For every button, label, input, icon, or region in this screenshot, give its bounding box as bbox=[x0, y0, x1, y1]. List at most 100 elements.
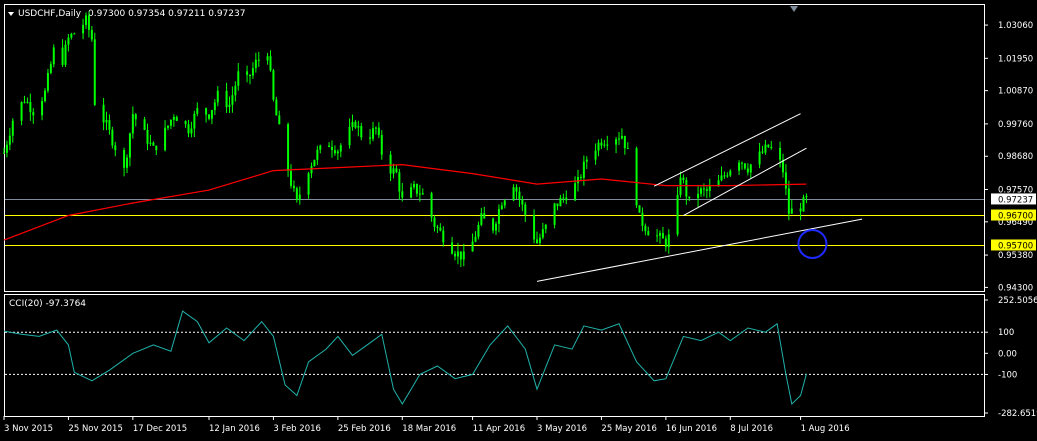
candle bbox=[799, 202, 802, 221]
candle-body bbox=[134, 114, 137, 120]
candle-body bbox=[257, 59, 260, 61]
time-tick-label: 3 Nov 2015 bbox=[4, 424, 53, 434]
candle bbox=[26, 97, 29, 104]
candle-body bbox=[644, 225, 647, 232]
candle bbox=[521, 195, 524, 212]
candle bbox=[492, 217, 495, 234]
candle-body bbox=[380, 135, 383, 155]
candle-body bbox=[82, 24, 85, 34]
candle bbox=[515, 184, 518, 199]
candle bbox=[249, 74, 251, 85]
time-tick-label: 3 Feb 2016 bbox=[273, 424, 321, 434]
candle bbox=[328, 142, 331, 148]
candle bbox=[149, 134, 152, 146]
chart-menu-triangle-icon[interactable] bbox=[8, 12, 14, 16]
candle bbox=[266, 52, 269, 65]
candle bbox=[167, 125, 169, 131]
candle bbox=[720, 166, 723, 182]
candle bbox=[433, 215, 436, 232]
candle bbox=[316, 145, 319, 165]
candle-body bbox=[585, 159, 588, 162]
time-axis: 3 Nov 2015 25 Nov 2015 17 Dec 2015 12 Jan 2… bbox=[3, 416, 850, 434]
candle-body bbox=[266, 56, 269, 61]
candle bbox=[155, 145, 158, 155]
candle bbox=[717, 175, 720, 187]
candle bbox=[641, 207, 644, 232]
shift-marker-icon[interactable] bbox=[790, 6, 798, 12]
candle-body bbox=[790, 208, 793, 214]
cci-tick-label: -282.6519 bbox=[998, 409, 1037, 419]
candle-body bbox=[682, 177, 685, 181]
candle-body bbox=[310, 166, 313, 174]
candle-body bbox=[480, 213, 483, 225]
candle bbox=[459, 251, 462, 268]
candle bbox=[46, 68, 49, 93]
candle-body bbox=[700, 188, 702, 194]
candle bbox=[761, 145, 764, 154]
candle bbox=[175, 115, 178, 122]
candle bbox=[85, 12, 87, 29]
time-tick-label: 17 Dec 2015 bbox=[133, 424, 187, 434]
candle-body bbox=[659, 233, 661, 236]
candle bbox=[603, 139, 606, 148]
candle-body bbox=[459, 251, 462, 260]
candle bbox=[216, 86, 219, 107]
candle bbox=[146, 123, 149, 151]
candle bbox=[456, 242, 459, 265]
candle bbox=[114, 141, 117, 157]
candle-body bbox=[597, 142, 600, 151]
candle-body bbox=[351, 121, 354, 128]
candle-body bbox=[290, 170, 292, 186]
time-tick-label: 18 Mar 2016 bbox=[402, 424, 456, 434]
candle-body bbox=[20, 102, 23, 121]
candle bbox=[462, 243, 465, 267]
candle bbox=[421, 188, 424, 195]
candle bbox=[29, 93, 32, 121]
candle-body bbox=[85, 15, 87, 25]
candle-body bbox=[287, 124, 290, 171]
candle bbox=[708, 178, 711, 198]
cci-tick-label: 252.5056 bbox=[998, 296, 1037, 306]
candle-body bbox=[5, 144, 8, 153]
candle bbox=[787, 180, 790, 221]
candle-body bbox=[298, 194, 301, 200]
candle bbox=[44, 88, 46, 103]
candle-body bbox=[395, 168, 398, 173]
candle-body bbox=[661, 233, 664, 239]
candle-body bbox=[676, 194, 679, 235]
candle-body bbox=[562, 197, 565, 199]
candle bbox=[620, 128, 623, 140]
candle-body bbox=[187, 124, 190, 134]
candle-body bbox=[688, 196, 691, 199]
level-label: 0.96700 bbox=[998, 212, 1033, 222]
candle-body bbox=[515, 187, 518, 192]
candle bbox=[638, 205, 641, 213]
candle bbox=[73, 32, 76, 35]
candle-body bbox=[102, 104, 105, 123]
candle-body bbox=[451, 242, 454, 254]
candle bbox=[770, 140, 773, 150]
marker-circle bbox=[797, 228, 828, 259]
candle bbox=[439, 223, 442, 232]
candle bbox=[784, 164, 787, 196]
candle-body bbox=[787, 188, 790, 214]
candle bbox=[272, 68, 275, 102]
time-tick-label: 25 May 2016 bbox=[601, 424, 656, 434]
candle-body bbox=[231, 95, 234, 105]
candle-body bbox=[172, 116, 175, 120]
candle bbox=[743, 162, 746, 170]
candle-body bbox=[126, 157, 128, 168]
candle-body bbox=[565, 197, 568, 201]
candle-body bbox=[234, 85, 237, 96]
candle-body bbox=[354, 121, 357, 128]
candle bbox=[430, 191, 433, 222]
candle bbox=[70, 32, 73, 40]
price-tick-label: 0.98680 bbox=[998, 152, 1033, 162]
time-tick-label: 3 May 2016 bbox=[537, 424, 587, 434]
candle-body bbox=[594, 150, 597, 160]
candle bbox=[495, 221, 497, 236]
candle-body bbox=[254, 59, 257, 69]
candle bbox=[372, 121, 374, 142]
candle-body bbox=[462, 251, 465, 260]
candle-body bbox=[357, 126, 360, 128]
